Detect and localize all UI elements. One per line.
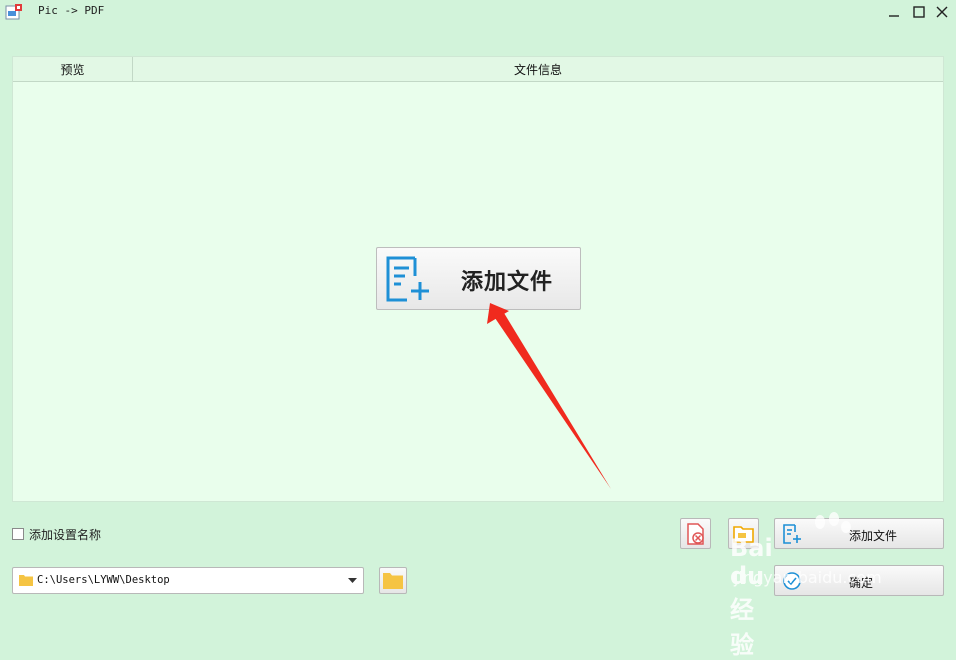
close-icon xyxy=(936,6,948,18)
clear-list-button[interactable] xyxy=(680,518,711,549)
add-folder-button[interactable] xyxy=(728,518,759,549)
watermark-brand: Bai du 经验 xyxy=(730,534,773,659)
add-files-center-button[interactable]: 添加文件 xyxy=(376,247,581,310)
column-header-preview[interactable]: 预览 xyxy=(13,57,133,81)
check-circle-icon xyxy=(783,572,801,590)
minimize-icon xyxy=(889,15,899,17)
folder-icon xyxy=(19,575,33,586)
add-file-icon xyxy=(783,524,801,544)
add-settings-name-option[interactable]: 添加设置名称 xyxy=(12,525,101,543)
window-title: Pic -> PDF xyxy=(38,4,105,17)
list-header: 预览 文件信息 xyxy=(13,57,943,82)
add-files-label: 添加文件 xyxy=(849,529,898,543)
minimize-button[interactable] xyxy=(883,2,905,22)
maximize-icon xyxy=(913,6,925,18)
title-bar: Pic -> PDF xyxy=(0,0,956,24)
close-button[interactable] xyxy=(931,2,953,22)
chevron-down-icon xyxy=(348,578,357,583)
confirm-label: 确定 xyxy=(849,576,874,590)
output-path-dropdown[interactable]: C:\Users\LYWW\Desktop xyxy=(12,567,364,594)
open-folder-icon xyxy=(732,525,754,543)
delete-file-icon xyxy=(686,522,704,545)
add-files-button[interactable]: 添加文件 xyxy=(774,518,944,549)
add-settings-name-checkbox[interactable] xyxy=(12,528,24,540)
add-files-center-label: 添加文件 xyxy=(461,269,554,295)
app-icon xyxy=(5,4,22,20)
browse-folder-button[interactable] xyxy=(379,567,407,594)
add-file-icon xyxy=(386,256,429,302)
confirm-button[interactable]: 确定 xyxy=(774,565,944,596)
output-path-text: C:\Users\LYWW\Desktop xyxy=(37,574,170,586)
folder-icon xyxy=(383,573,403,589)
add-settings-name-label: 添加设置名称 xyxy=(29,527,102,542)
file-list[interactable]: 预览 文件信息 添加文件 xyxy=(12,56,944,502)
column-header-file-info[interactable]: 文件信息 xyxy=(133,57,943,81)
maximize-button[interactable] xyxy=(908,2,930,22)
